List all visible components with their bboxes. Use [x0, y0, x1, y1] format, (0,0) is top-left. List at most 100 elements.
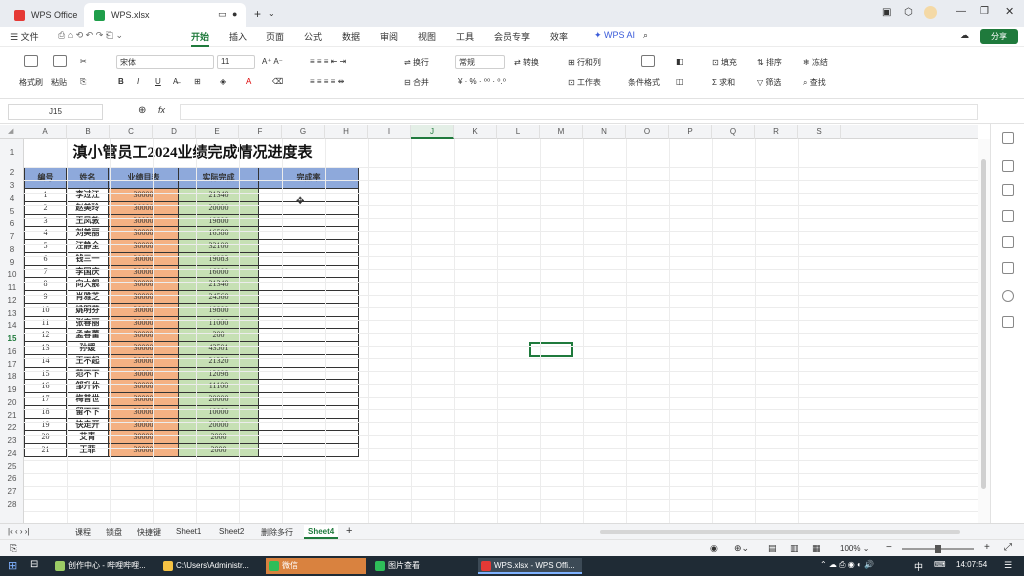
table-cell-id[interactable]: 5	[24, 240, 67, 253]
sheet-tab-sheet1[interactable]: Sheet1	[176, 527, 201, 536]
table-cell-target[interactable]: 30000	[109, 316, 179, 330]
row-header-23[interactable]: 23	[0, 436, 24, 445]
table-cell-target[interactable]: 30000	[109, 329, 179, 342]
table-cell-rate[interactable]	[259, 405, 359, 419]
style-icon[interactable]	[1002, 160, 1014, 172]
table-cell-actual[interactable]: 19800	[179, 214, 259, 228]
table-cell-actual[interactable]: 20000	[179, 393, 259, 406]
column-header-D[interactable]: D	[153, 125, 196, 139]
selected-cell-J15[interactable]	[529, 342, 573, 357]
table-cell-actual[interactable]: 16580	[179, 227, 259, 240]
menu-page[interactable]: 页面	[266, 30, 284, 43]
table-cell-name[interactable]: 范不下	[67, 367, 109, 381]
zoom-out-icon[interactable]: −	[886, 542, 892, 553]
table-cell-id[interactable]: 13	[24, 342, 67, 355]
table-cell-id[interactable]: 11	[24, 316, 67, 330]
macro-icon[interactable]: ⎘	[10, 543, 17, 554]
table-cell-actual[interactable]: 43501	[179, 342, 259, 355]
view-options-icon[interactable]: ⊕⌄	[734, 543, 749, 554]
row-header-9[interactable]: 9	[0, 258, 24, 267]
table-cell-actual[interactable]: 10000	[179, 405, 259, 419]
palette-icon[interactable]	[1002, 210, 1014, 222]
table-cell-name[interactable]: 邹升休	[67, 380, 109, 393]
menu-home[interactable]: 开始	[191, 30, 210, 47]
table-cell-rate[interactable]	[259, 240, 359, 253]
book-icon[interactable]	[1002, 262, 1014, 274]
table-cell-name[interactable]: 刘美丽	[67, 227, 109, 240]
table-cell-id[interactable]: 21	[24, 444, 67, 457]
font-name-select[interactable]: 宋体	[116, 55, 214, 69]
notification-icon[interactable]: ☰	[1004, 560, 1012, 571]
freeze-button[interactable]: ❄ 冻结	[803, 57, 828, 68]
row-header-11[interactable]: 11	[0, 283, 24, 292]
minimize-icon[interactable]: —	[956, 6, 966, 17]
zoom-level[interactable]: 100% ⌄	[840, 544, 869, 553]
table-cell-name[interactable]: 王凤敦	[67, 214, 109, 228]
row-header-18[interactable]: 18	[0, 372, 24, 381]
task-view-icon[interactable]: ⊟	[30, 559, 38, 570]
paste-icon[interactable]	[53, 55, 67, 67]
table-cell-target[interactable]: 30000	[109, 252, 179, 266]
find-button[interactable]: ⌕ 查找	[803, 77, 826, 88]
table-cell-rate[interactable]	[259, 201, 359, 215]
cond-format-button[interactable]: 条件格式	[628, 77, 660, 88]
font-color-icon[interactable]: A	[246, 77, 251, 86]
column-header-N[interactable]: N	[583, 125, 626, 139]
row-col-button[interactable]: ⊞ 行和列	[568, 57, 601, 68]
table-cell-name[interactable]: 张春丽	[67, 316, 109, 330]
menu-efficiency[interactable]: 效率	[550, 30, 568, 43]
row-header-26[interactable]: 26	[0, 474, 24, 483]
menu-tools[interactable]: 工具	[456, 30, 474, 43]
table-cell-actual[interactable]: 21320	[179, 354, 259, 368]
tab-wps-office[interactable]: WPS Office	[4, 3, 82, 27]
name-box[interactable]: J15	[8, 104, 103, 120]
zoom-slider[interactable]	[902, 545, 974, 553]
table-cell-actual[interactable]: 12098	[179, 367, 259, 381]
column-header-G[interactable]: G	[282, 125, 325, 139]
table-cell-rate[interactable]	[259, 342, 359, 355]
table-cell-id[interactable]: 9	[24, 291, 67, 304]
close-icon[interactable]: ✕	[1005, 5, 1014, 18]
row-header-21[interactable]: 21	[0, 411, 24, 420]
table-cell-actual[interactable]: 2000	[179, 431, 259, 444]
table-cell-id[interactable]: 19	[24, 418, 67, 432]
column-header-H[interactable]: H	[325, 125, 368, 139]
table-cell-id[interactable]: 18	[24, 405, 67, 419]
align-left-icon[interactable]: ≡ ≡ ≡ ≡ ⇹	[310, 77, 344, 86]
table-cell-name[interactable]: 艾青	[67, 431, 109, 444]
row-header-8[interactable]: 8	[0, 245, 24, 254]
column-header-K[interactable]: K	[454, 125, 497, 139]
strikethrough-icon[interactable]: A̶	[173, 77, 178, 86]
table-cell-id[interactable]: 10	[24, 303, 67, 317]
break-view-icon[interactable]: ▦	[812, 543, 821, 554]
table-cell-actual[interactable]: 19800	[179, 303, 259, 317]
restore-icon[interactable]: ❐	[980, 6, 989, 17]
wrap-button[interactable]: ⇌ 换行	[404, 57, 429, 68]
column-header-P[interactable]: P	[669, 125, 712, 139]
table-cell-rate[interactable]	[259, 380, 359, 393]
table-cell-rate[interactable]	[259, 444, 359, 457]
taskbar-item-wps[interactable]: WPS.xlsx - WPS Offi...	[478, 558, 582, 574]
cloud-icon[interactable]: ☁	[960, 30, 969, 41]
table-cell-id[interactable]: 7	[24, 265, 67, 279]
menu-view[interactable]: 视图	[418, 30, 436, 43]
menu-review[interactable]: 审阅	[380, 30, 398, 43]
menu-formula[interactable]: 公式	[304, 30, 322, 43]
fx-button[interactable]: fx	[158, 105, 165, 115]
share-button[interactable]: 分享	[980, 29, 1018, 44]
column-header-F[interactable]: F	[239, 125, 282, 139]
table-cell-rate[interactable]	[259, 291, 359, 304]
row-header-5[interactable]: 5	[0, 207, 24, 216]
table-cell-target[interactable]: 30000	[109, 227, 179, 240]
table-style-icon[interactable]: ◧	[676, 57, 684, 66]
table-cell-rate[interactable]	[259, 265, 359, 279]
table-cell-rate[interactable]	[259, 214, 359, 228]
row-header-24[interactable]: 24	[0, 449, 24, 458]
table-cell-rate[interactable]	[259, 303, 359, 317]
table-cell-name[interactable]: 王菲	[67, 444, 109, 457]
sum-button[interactable]: Σ 求和	[712, 77, 735, 88]
column-header-L[interactable]: L	[497, 125, 540, 139]
table-cell-target[interactable]: 30000	[109, 444, 179, 457]
table-cell-name[interactable]: 钱三一	[67, 252, 109, 266]
table-cell-target[interactable]: 30000	[109, 278, 179, 291]
